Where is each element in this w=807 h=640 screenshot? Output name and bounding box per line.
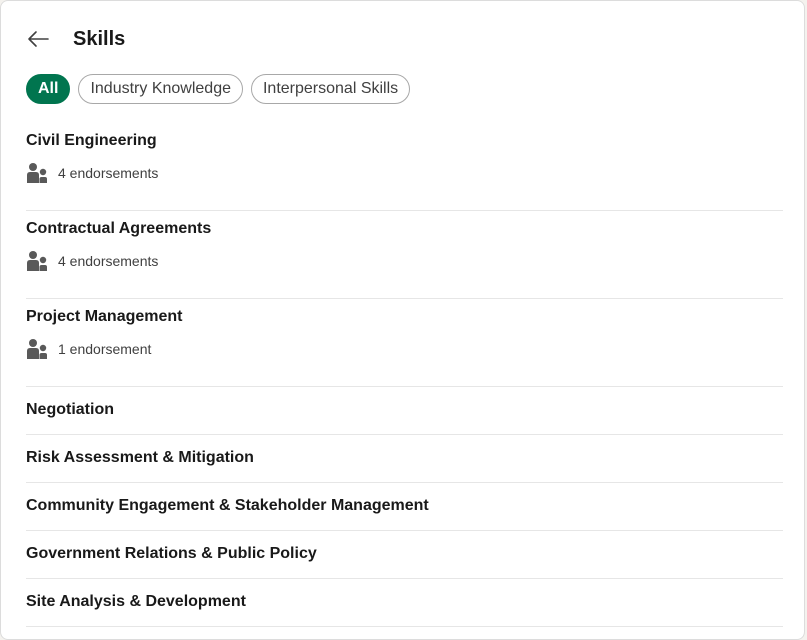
skill-name[interactable]: Community Engagement & Stakeholder Manag…: [26, 483, 783, 516]
people-icon: [27, 163, 47, 183]
skill-item: Government Relations & Public Policy: [26, 531, 783, 579]
skill-item: Contractual Agreements 4 endorsements: [26, 211, 783, 299]
skill-item: Project Management 1 endorsement: [26, 299, 783, 387]
skill-name[interactable]: Civil Engineering: [26, 123, 783, 151]
filter-industry-knowledge-pill[interactable]: Industry Knowledge: [78, 74, 243, 104]
endorsement-row[interactable]: 4 endorsements: [26, 162, 783, 184]
endorsement-row[interactable]: 4 endorsements: [26, 250, 783, 272]
skill-item: Civil Engineering 4 endorsements: [26, 123, 783, 211]
filter-all-pill[interactable]: All: [26, 74, 71, 104]
skill-item: Community Engagement & Stakeholder Manag…: [26, 483, 783, 531]
endorsement-count: 4 endorsements: [58, 253, 159, 269]
skill-name[interactable]: Government Relations & Public Policy: [26, 531, 783, 564]
skill-item: Negotiation: [26, 387, 783, 435]
endorsement-row[interactable]: 1 endorsement: [26, 338, 783, 360]
filter-interpersonal-skills-pill[interactable]: Interpersonal Skills: [250, 74, 411, 104]
people-icon: [27, 251, 47, 271]
skill-item: Risk Assessment & Mitigation: [26, 435, 783, 483]
endorsement-count: 1 endorsement: [58, 341, 152, 357]
skill-name[interactable]: Project Management: [26, 299, 783, 327]
endorsement-count: 4 endorsements: [58, 165, 159, 181]
skill-item: Site Analysis & Development: [26, 579, 783, 627]
skills-list: Civil Engineering 4 endorsements Contrac…: [26, 123, 783, 627]
header: Skills: [25, 25, 125, 53]
people-icon: [27, 339, 47, 359]
skill-name[interactable]: Negotiation: [26, 387, 783, 420]
skill-name[interactable]: Contractual Agreements: [26, 211, 783, 239]
skill-name[interactable]: Risk Assessment & Mitigation: [26, 435, 783, 468]
page-title: Skills: [73, 27, 126, 50]
filter-pills: All Industry Knowledge Interpersonal Ski…: [26, 74, 411, 104]
skills-card: Skills All Industry Knowledge Interperso…: [0, 0, 805, 640]
skill-name[interactable]: Site Analysis & Development: [26, 579, 783, 612]
arrow-left-icon: [28, 31, 49, 47]
back-button[interactable]: [25, 26, 51, 52]
